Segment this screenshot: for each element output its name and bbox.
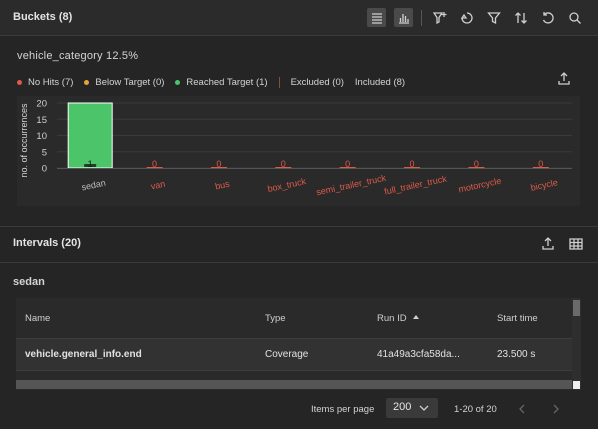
cell-start-time: 23.500 s (497, 349, 536, 360)
y-tick-label: 10 (36, 131, 47, 142)
items-per-page-select[interactable]: 200 (386, 398, 438, 418)
add-filter-icon (432, 11, 446, 24)
column-header-start-time[interactable]: Start time (497, 313, 538, 324)
data-label-sedan: 1 (88, 159, 93, 169)
category-coverage-label: vehicle_category 12.5% (17, 50, 139, 62)
search-button[interactable] (565, 8, 584, 27)
data-label-box_truck: 0 (281, 159, 286, 169)
data-label-full_trailer_truck: 0 (410, 159, 415, 169)
buckets-header (0, 0, 598, 36)
filter-icon (486, 11, 501, 24)
section-divider (0, 262, 598, 263)
intervals-subtitle: sedan (13, 276, 45, 288)
sort-ascending-icon (413, 315, 420, 319)
chevron-right-icon (553, 404, 559, 414)
legend-below-target-label: Below Target (0) (95, 76, 165, 88)
legend-reached-target-label: Reached Target (1) (186, 76, 268, 88)
toolbar-separator (421, 10, 422, 26)
sort-button[interactable] (511, 8, 530, 27)
add-filter-button[interactable] (430, 8, 449, 27)
data-label-motorcycle: 0 (474, 159, 479, 169)
data-label-van: 0 (152, 159, 157, 169)
export-intervals-button[interactable] (540, 236, 556, 252)
column-header-run-id-label: Run ID (377, 313, 407, 324)
cell-name: vehicle.general_info.end (25, 349, 142, 360)
intervals-title: Intervals (20) (13, 237, 81, 249)
prev-page-button[interactable] (515, 402, 529, 416)
sort-icon (514, 11, 527, 24)
reached-target-dot-icon (175, 79, 181, 85)
y-tick-label: 15 (36, 115, 47, 126)
next-page-button[interactable] (549, 402, 563, 416)
y-tick-label: 20 (36, 99, 47, 110)
x-tick-label-van: van (150, 179, 166, 192)
filter-button[interactable] (484, 8, 503, 27)
scrollbar-corner (573, 381, 580, 389)
items-per-page-value: 200 (393, 401, 412, 413)
list-view-button[interactable] (367, 8, 386, 27)
column-header-type[interactable]: Type (265, 313, 286, 324)
legend-no-hits-label: No Hits (7) (28, 76, 74, 88)
table-settings-button[interactable] (568, 236, 584, 252)
y-tick-label: 0 (42, 164, 47, 175)
export-chart-button[interactable] (556, 71, 572, 87)
bucket-chart: 20 15 10 5 0 no. of occurrences 1 sedan 0 van 0 bus… (19, 99, 572, 198)
legend-included[interactable]: Included (8) (355, 77, 405, 88)
data-label-bus: 0 (216, 159, 221, 169)
search-icon (568, 11, 581, 24)
legend-excluded[interactable]: Excluded (0) (291, 77, 344, 88)
cell-type: Coverage (265, 349, 309, 360)
buckets-title: Buckets (8) (13, 11, 73, 23)
table-icon (569, 238, 583, 250)
x-tick-label-box_truck: box_truck (267, 176, 308, 194)
data-label-semi_trailer_truck: 0 (345, 159, 350, 169)
upload-icon (542, 237, 554, 250)
x-tick-label-bicycle: bicycle (530, 177, 559, 193)
no-hits-dot-icon (17, 79, 22, 85)
chevron-left-icon (519, 404, 525, 414)
cell-run-id: 41a49a3cfa58da... (377, 349, 460, 360)
upload-icon (558, 72, 570, 85)
page-range: 1-20 of 20 (454, 404, 497, 415)
data-label-bicycle: 0 (538, 159, 543, 169)
reset-icon (542, 11, 554, 24)
x-tick-label-full_trailer_truck: full_trailer_truck (383, 173, 448, 196)
x-tick-label-sedan: sedan (81, 178, 107, 193)
legend-no-hits[interactable]: No Hits (7) (17, 77, 73, 88)
horizontal-scrollbar[interactable] (16, 380, 572, 389)
swap-button[interactable] (457, 8, 476, 27)
below-target-dot-icon (84, 79, 90, 85)
items-per-page-label: Items per page (311, 404, 375, 415)
legend-below-target[interactable]: Below Target (0) (84, 77, 164, 88)
y-axis-label: no. of occurrences (19, 103, 29, 178)
legend-separator (278, 76, 280, 88)
column-header-name[interactable]: Name (25, 313, 50, 324)
reset-button[interactable] (538, 8, 557, 27)
chevron-down-icon (419, 405, 429, 411)
chart-view-button[interactable] (394, 8, 413, 27)
swap-icon (460, 11, 473, 24)
y-tick-label: 5 (42, 147, 47, 158)
list-view-icon (371, 12, 382, 24)
vertical-scrollbar-thumb[interactable] (573, 300, 580, 316)
legend-reached-target[interactable]: Reached Target (1) (175, 76, 268, 88)
column-header-run-id[interactable]: Run ID (377, 313, 420, 324)
x-tick-label-semi_trailer_truck: semi_trailer_truck (315, 173, 387, 198)
section-divider (0, 226, 598, 227)
x-tick-label-bus: bus (214, 179, 231, 192)
chart-legend: No Hits (7) Below Target (0) Reached Tar… (17, 76, 416, 88)
bar-chart-view-icon (398, 13, 409, 24)
x-tick-label-motorcycle: motorcycle (457, 176, 502, 195)
